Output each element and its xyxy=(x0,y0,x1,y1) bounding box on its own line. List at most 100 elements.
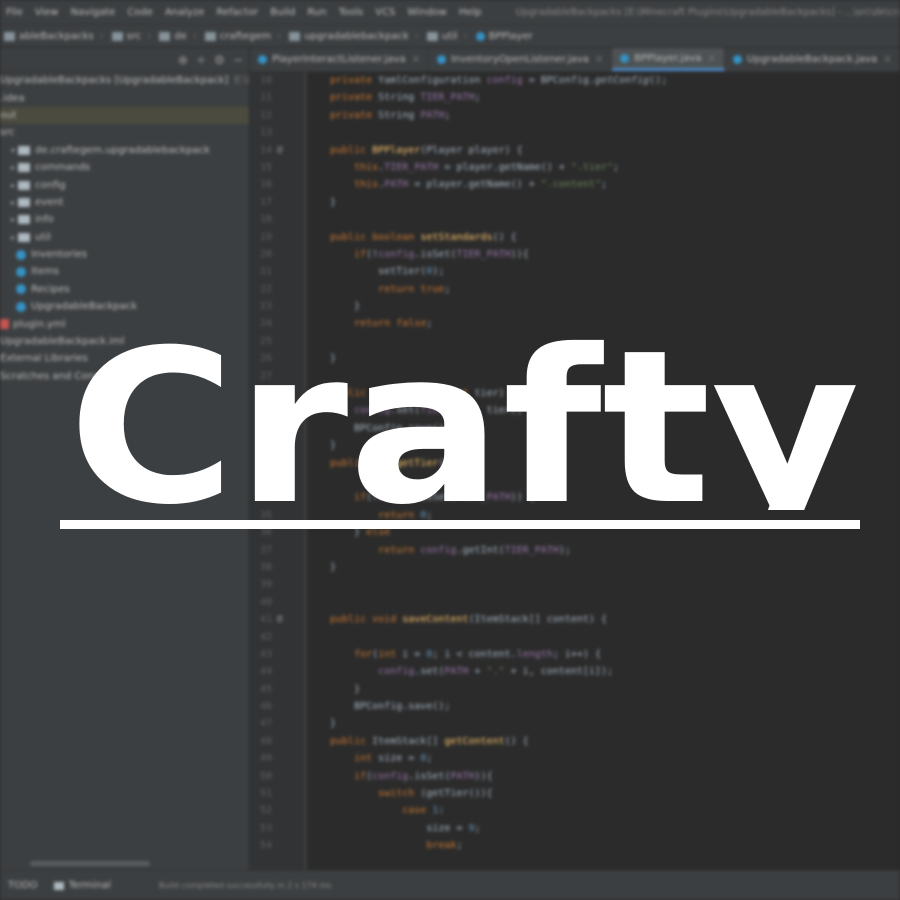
line-number: 24 xyxy=(259,318,272,330)
folder-icon xyxy=(18,197,30,207)
chevron-down-icon[interactable]: ▾ xyxy=(8,146,18,155)
tree-item[interactable]: out xyxy=(0,106,249,125)
chevron-right-icon[interactable]: ▸ xyxy=(8,215,18,224)
menu-item-code[interactable]: Code xyxy=(121,7,159,18)
folder-icon xyxy=(18,215,30,225)
code-line: 50 if(config.isSet(PATH)){ xyxy=(250,768,900,785)
chevron-right-icon[interactable]: ▸ xyxy=(8,198,18,207)
code-line: 40 xyxy=(250,594,900,611)
folder-icon xyxy=(18,163,30,173)
breadcrumb-item[interactable]: upgradablebackpack › xyxy=(285,31,423,42)
menu-item-navigate[interactable]: Navigate xyxy=(64,7,121,18)
tree-item[interactable]: UpgradableBackpack xyxy=(0,298,249,315)
chevron-right-icon[interactable]: ▸ xyxy=(8,233,18,242)
menu-item-refactor[interactable]: Refactor xyxy=(210,7,264,18)
gear-icon[interactable]: ⚙ xyxy=(214,53,225,67)
java-class-icon xyxy=(620,53,630,63)
breadcrumb-item[interactable]: ableBackpacks › xyxy=(0,31,108,42)
close-icon[interactable]: × xyxy=(595,54,603,65)
editor-tab[interactable]: PlayerInteractListener.java × xyxy=(250,48,429,71)
menu-item-file[interactable]: File xyxy=(0,7,29,18)
close-icon[interactable]: × xyxy=(412,54,420,65)
breadcrumb-item[interactable]: BPPlayer xyxy=(472,31,537,42)
code-line: 24 return false; xyxy=(250,315,900,332)
chevron-right-icon: › xyxy=(147,30,152,42)
terminal-tool-button[interactable]: Terminal xyxy=(46,880,119,891)
line-number: 48 xyxy=(259,735,272,747)
line-number: 42 xyxy=(259,631,272,643)
tree-item[interactable]: plugin.yml xyxy=(0,315,249,332)
tree-item[interactable]: .idea xyxy=(0,89,249,106)
code-line: 53 size = 9; xyxy=(250,820,900,837)
breadcrumb-item[interactable]: craftegem › xyxy=(201,31,285,42)
tree-item[interactable]: Inventories xyxy=(0,246,249,263)
code-line: 19 public boolean setStandards() { xyxy=(250,229,900,246)
chevron-right-icon: › xyxy=(192,30,197,42)
java-class-icon xyxy=(732,55,742,64)
menu-item-view[interactable]: View xyxy=(29,7,65,18)
line-number: 44 xyxy=(259,666,272,678)
code-line: 18 xyxy=(250,211,900,228)
terminal-icon xyxy=(53,881,64,890)
tree-item[interactable]: ▸ config xyxy=(0,176,249,193)
line-number: 49 xyxy=(259,753,272,765)
menu-item-window[interactable]: Window xyxy=(401,7,452,18)
tree-item-label: Items xyxy=(31,266,59,278)
menu-item-analyze[interactable]: Analyze xyxy=(159,7,210,18)
menu-item-run[interactable]: Run xyxy=(301,7,332,18)
tree-item[interactable]: ▸ util xyxy=(0,229,249,246)
collapse-all-icon[interactable]: ÷ xyxy=(196,53,206,67)
tree-item[interactable]: ▾ de.craftegem.upgradablebackpack xyxy=(0,142,249,159)
code-line: 14 @ public BPPlayer(Player player) { xyxy=(250,142,900,159)
close-icon[interactable]: × xyxy=(708,53,716,64)
folder-icon xyxy=(18,145,30,155)
code-line: 20 if(!config.isSet(TIER_PATH)){ xyxy=(250,246,900,263)
editor-tab[interactable]: UpgradableBackpack.java × xyxy=(725,48,900,71)
project-toolbar: ⊕ ÷ ⚙ − xyxy=(0,48,249,72)
menu-item-tools[interactable]: Tools xyxy=(333,7,370,18)
tree-item[interactable]: Recipes xyxy=(0,281,249,298)
breadcrumb-item[interactable]: util › xyxy=(423,31,472,42)
line-number: 51 xyxy=(259,788,272,800)
menu-item-help[interactable]: Help xyxy=(453,7,488,18)
chevron-right-icon: › xyxy=(277,30,282,42)
tree-item[interactable]: ▸ event xyxy=(0,194,249,211)
menu-item-build[interactable]: Build xyxy=(264,7,301,18)
chevron-right-icon[interactable]: ▸ xyxy=(8,181,18,190)
tree-item[interactable]: ▸ commands xyxy=(0,159,249,176)
breadcrumb-label: craftegem xyxy=(219,30,272,42)
todo-tool-button[interactable]: TODO xyxy=(0,880,46,891)
code-line: 44 config.set(PATH + "." + i, content[i]… xyxy=(250,663,900,680)
target-icon[interactable]: ⊕ xyxy=(178,53,188,67)
close-icon[interactable]: × xyxy=(883,54,891,65)
breadcrumb-label: BPPlayer xyxy=(488,30,533,42)
line-number: 54 xyxy=(259,840,272,852)
menu-item-vcs[interactable]: VCS xyxy=(369,7,401,18)
hide-panel-icon[interactable]: − xyxy=(233,53,243,67)
tree-item[interactable]: src xyxy=(0,124,249,141)
breadcrumb-item[interactable]: de › xyxy=(155,31,201,42)
editor-tab[interactable]: InventoryOpenListener.java × xyxy=(429,48,613,71)
chevron-right-icon[interactable]: ▸ xyxy=(8,163,18,172)
breadcrumb-item[interactable]: src › xyxy=(108,31,156,42)
yml-file-icon xyxy=(0,319,9,330)
tree-item-label: UpgradableBackpacks [UpgradableBackpack] xyxy=(0,75,229,87)
horizontal-scrollbar[interactable] xyxy=(30,861,150,866)
code-line: 48 public ItemStack[] getContent() { xyxy=(250,733,900,750)
tree-item-label: src xyxy=(0,127,15,139)
tree-item[interactable]: Items xyxy=(0,263,249,280)
java-class-icon xyxy=(258,55,267,64)
editor-tab[interactable]: BPPlayer.java × xyxy=(612,48,725,71)
tree-item-label: event xyxy=(35,196,64,208)
override-marker-icon[interactable]: @ xyxy=(277,142,282,159)
tree-item[interactable]: ▸ info xyxy=(0,211,249,228)
code-text: config.set(PATH + "." + i, content[i]); xyxy=(378,666,613,678)
java-class-icon xyxy=(436,55,446,64)
code-line: 52 case 1: xyxy=(250,802,900,819)
override-marker-icon[interactable]: @ xyxy=(277,611,282,628)
code-text: case 1: xyxy=(402,805,445,817)
class-icon xyxy=(16,249,26,260)
code-text: public boolean setStandards() { xyxy=(330,231,517,243)
window-title: UpgradableBackpacks [E:\Minecraft Plugin… xyxy=(515,6,900,18)
tree-item[interactable]: UpgradableBackpacks [UpgradableBackpack]… xyxy=(0,72,249,89)
